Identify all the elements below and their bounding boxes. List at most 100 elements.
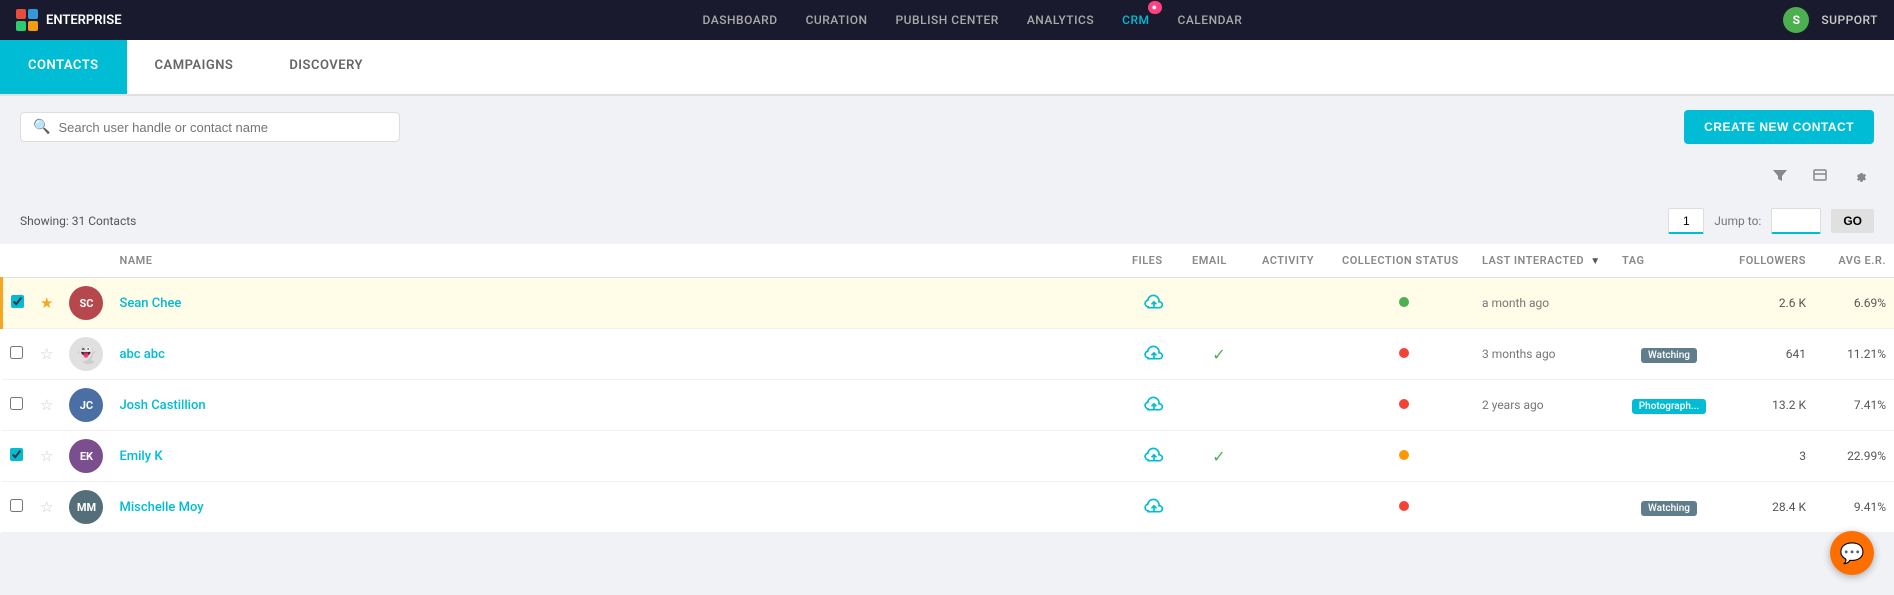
table-row: ☆👻abc abc✓3 months agoWatching64111.21%: [2, 329, 1894, 380]
chat-bubble[interactable]: 💬: [1830, 531, 1874, 575]
row-avg-er-cell: 22.99%: [1814, 431, 1894, 482]
export-icon[interactable]: [1806, 162, 1834, 190]
row-email-cell: [1184, 278, 1254, 329]
contact-name[interactable]: Mischelle Moy: [119, 500, 203, 515]
search-input[interactable]: [58, 120, 387, 135]
tag-badge[interactable]: Watching: [1641, 348, 1697, 363]
toolbar-icons: [0, 158, 1894, 198]
tab-discovery[interactable]: DISCOVERY: [261, 40, 391, 94]
col-tag-header: TAG: [1614, 244, 1724, 278]
row-checkbox[interactable]: [10, 346, 23, 359]
cloud-upload-icon[interactable]: [1144, 294, 1164, 315]
tag-badge[interactable]: Photograph...: [1632, 399, 1706, 414]
col-name-header: NAME: [111, 244, 1124, 278]
avg-er-value: 7.41%: [1854, 398, 1886, 412]
row-star-icon[interactable]: ☆: [40, 498, 53, 516]
row-avg-er-cell: 7.41%: [1814, 380, 1894, 431]
row-tag-cell: Watching: [1614, 482, 1724, 533]
last-interacted-value: a month ago: [1482, 296, 1549, 310]
tab-campaigns[interactable]: CAMPAIGNS: [127, 40, 262, 94]
col-avatar-header: [61, 244, 111, 278]
row-collection-status-cell: [1334, 380, 1474, 431]
nav-curation[interactable]: CURATION: [806, 9, 868, 31]
filter-icon[interactable]: [1766, 162, 1794, 190]
settings-icon[interactable]: [1846, 162, 1874, 190]
nav-dashboard[interactable]: DASHBOARD: [703, 9, 778, 31]
user-avatar[interactable]: S: [1783, 7, 1809, 33]
status-dot: [1399, 501, 1409, 511]
row-star-cell: ☆: [32, 482, 61, 533]
row-activity-cell: [1254, 278, 1334, 329]
row-email-cell: [1184, 482, 1254, 533]
create-new-contact-button[interactable]: CREATE NEW CONTACT: [1684, 110, 1874, 144]
row-avatar-cell: 👻: [61, 329, 111, 380]
row-checkbox-cell: [2, 482, 33, 533]
row-star-icon[interactable]: ☆: [40, 447, 53, 465]
email-check-icon: ✓: [1212, 345, 1225, 364]
contact-name[interactable]: Josh Castillion: [119, 398, 205, 413]
contacts-table-wrapper: NAME FILES EMAIL ACTIVITY COLLECTION STA…: [0, 244, 1894, 533]
row-name-cell: Mischelle Moy: [111, 482, 1124, 533]
row-email-cell: ✓: [1184, 329, 1254, 380]
avg-er-value: 6.69%: [1854, 296, 1886, 310]
brand-logo-area[interactable]: ENTERPRISE: [16, 9, 122, 31]
search-icon: 🔍: [33, 119, 50, 135]
cloud-upload-icon[interactable]: [1144, 498, 1164, 519]
followers-value: 13.2 K: [1772, 398, 1806, 412]
col-files-header: FILES: [1124, 244, 1184, 278]
row-activity-cell: [1254, 380, 1334, 431]
cloud-upload-icon[interactable]: [1144, 345, 1164, 366]
status-dot: [1399, 348, 1409, 358]
row-last-interacted-cell: 2 years ago: [1474, 380, 1614, 431]
contact-name[interactable]: abc abc: [119, 347, 164, 362]
page-input[interactable]: [1668, 208, 1704, 234]
status-dot: [1399, 399, 1409, 409]
crm-badge: ●: [1148, 1, 1162, 14]
tab-bar: CONTACTS CAMPAIGNS DISCOVERY: [0, 40, 1894, 96]
row-star-cell: ☆: [32, 431, 61, 482]
row-avatar-cell: SC: [61, 278, 111, 329]
avatar: EK: [69, 439, 103, 473]
row-checkbox[interactable]: [10, 397, 23, 410]
row-tag-cell: [1614, 278, 1724, 329]
row-star-icon[interactable]: ☆: [40, 396, 53, 414]
row-checkbox-cell: [2, 431, 33, 482]
cloud-upload-icon[interactable]: [1144, 396, 1164, 417]
table-body: ★ SC Sean Chee a month ago 2.6 K 6.69% ☆ 👻 abc a…: [2, 278, 1894, 533]
row-name-cell: Josh Castillion: [111, 380, 1124, 431]
row-star-icon[interactable]: ☆: [40, 345, 53, 363]
cloud-upload-icon[interactable]: [1144, 447, 1164, 468]
row-files-cell: [1124, 431, 1184, 482]
search-box[interactable]: 🔍: [20, 112, 400, 142]
followers-value: 2.6 K: [1779, 296, 1806, 310]
row-checkbox-cell: [2, 329, 33, 380]
row-checkbox[interactable]: [11, 295, 24, 308]
nav-calendar[interactable]: CALENDAR: [1178, 9, 1243, 31]
avatar: MM: [69, 490, 103, 524]
row-checkbox[interactable]: [10, 499, 23, 512]
brand-logo: [16, 9, 38, 31]
col-check: [2, 244, 33, 278]
table-row: ☆EKEmily K✓322.99%: [2, 431, 1894, 482]
row-checkbox[interactable]: [10, 448, 23, 461]
avg-er-value: 9.41%: [1854, 500, 1886, 514]
row-tag-cell: Photograph...: [1614, 380, 1724, 431]
support-link[interactable]: SUPPORT: [1821, 13, 1878, 27]
nav-crm[interactable]: CRM ●: [1122, 9, 1149, 31]
row-avatar-cell: JC: [61, 380, 111, 431]
row-star-icon[interactable]: ★: [40, 294, 53, 312]
nav-analytics[interactable]: ANALYTICS: [1027, 9, 1094, 31]
avg-er-value: 11.21%: [1847, 347, 1886, 361]
tab-contacts[interactable]: CONTACTS: [0, 40, 127, 94]
col-last-interacted-header: LAST INTERACTED ▼: [1474, 244, 1614, 278]
contact-name[interactable]: Sean Chee: [119, 296, 181, 311]
jump-to-input[interactable]: [1771, 208, 1821, 234]
go-button[interactable]: GO: [1831, 209, 1874, 233]
tag-badge[interactable]: Watching: [1641, 501, 1697, 516]
row-name-cell: Sean Chee: [111, 278, 1124, 329]
sort-icon[interactable]: ▼: [1590, 256, 1600, 267]
nav-publish-center[interactable]: PUBLISH CENTER: [896, 9, 999, 31]
contact-name[interactable]: Emily K: [119, 449, 162, 464]
nav-right: S SUPPORT: [1783, 7, 1878, 33]
nav-links: DASHBOARD CURATION PUBLISH CENTER ANALYT…: [162, 9, 1784, 31]
